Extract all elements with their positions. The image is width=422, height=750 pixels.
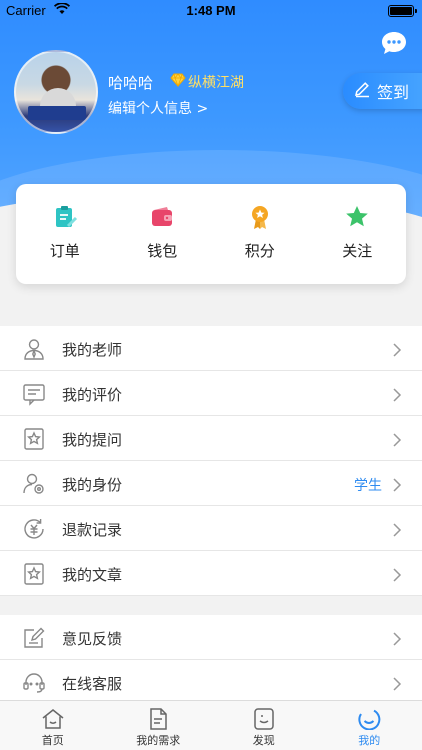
chevron-right-icon <box>392 522 402 537</box>
tab-home[interactable]: 首页 <box>0 701 106 750</box>
quick-action-order[interactable]: 订单 <box>16 184 114 284</box>
refund-icon <box>22 517 46 541</box>
order-icon <box>52 204 78 230</box>
edit-profile-link[interactable]: 编辑个人信息 > <box>108 98 208 118</box>
quick-action-follow[interactable]: 关注 <box>309 184 407 284</box>
quick-actions-card: 订单 钱包 积分 关注 <box>16 184 406 284</box>
battery-icon <box>388 5 417 17</box>
article-icon <box>22 562 46 586</box>
chevron-right-icon <box>392 342 402 357</box>
menu-item-my-identity[interactable]: 我的身份 学生 <box>0 461 422 506</box>
tab-home-label: 首页 <box>41 734 64 747</box>
menu-item-label: 我的身份 <box>62 476 123 494</box>
message-bubble-icon[interactable] <box>380 30 408 56</box>
needs-icon <box>146 708 170 730</box>
tab-mine-label: 我的 <box>358 734 381 747</box>
chevron-right-icon <box>392 477 402 492</box>
bottom-tab-bar: 首页 我的需求 发现 我的 <box>0 700 422 750</box>
points-medal-icon <box>247 204 273 230</box>
avatar[interactable] <box>14 50 98 134</box>
discover-icon <box>252 708 276 730</box>
menu-item-label: 我的提问 <box>62 431 123 449</box>
profile-icon <box>357 708 381 731</box>
home-icon <box>41 708 65 730</box>
pencil-icon <box>353 80 371 102</box>
menu-item-label: 在线客服 <box>62 675 123 693</box>
quick-action-points[interactable]: 积分 <box>211 184 309 284</box>
wallet-icon <box>149 204 175 230</box>
menu-item-customer-service[interactable]: 在线客服 <box>0 660 422 705</box>
identity-value: 学生 <box>354 478 382 494</box>
tab-mine[interactable]: 我的 <box>317 701 422 750</box>
quick-action-wallet-label: 钱包 <box>147 242 178 260</box>
quick-action-wallet[interactable]: 钱包 <box>114 184 212 284</box>
status-time: 1:48 PM <box>186 3 236 18</box>
quick-action-points-label: 积分 <box>244 242 275 260</box>
chevron-right-icon <box>392 676 402 691</box>
menu-item-my-reviews[interactable]: 我的评价 <box>0 371 422 416</box>
status-bar: Carrier 1:48 PM <box>0 0 422 22</box>
star-icon <box>344 204 370 230</box>
menu-item-label: 意见反馈 <box>62 630 123 648</box>
menu-item-label: 我的文章 <box>62 566 123 584</box>
signin-label: 签到 <box>377 83 410 102</box>
chevron-right-icon <box>392 432 402 447</box>
question-icon <box>22 427 46 451</box>
username: 哈哈哈 <box>108 74 154 92</box>
feedback-icon <box>22 626 46 650</box>
menu-item-label: 退款记录 <box>62 521 123 539</box>
quick-action-order-label: 订单 <box>49 242 80 260</box>
menu-item-my-questions[interactable]: 我的提问 <box>0 416 422 461</box>
diamond-icon <box>170 73 186 91</box>
signin-button[interactable]: 签到 <box>343 73 422 109</box>
tab-discover[interactable]: 发现 <box>211 701 317 750</box>
tab-my-needs[interactable]: 我的需求 <box>106 701 212 750</box>
identity-icon <box>22 472 46 496</box>
quick-action-follow-label: 关注 <box>342 242 373 260</box>
chevron-right-icon <box>392 567 402 582</box>
review-icon <box>22 382 46 406</box>
chevron-right-icon <box>392 387 402 402</box>
vip-level-label: 纵横江湖 <box>188 75 244 91</box>
menu-item-my-articles[interactable]: 我的文章 <box>0 551 422 596</box>
tab-discover-label: 发现 <box>252 734 275 747</box>
customer-service-icon <box>22 671 46 695</box>
menu-item-my-teachers[interactable]: 我的老师 <box>0 326 422 371</box>
teacher-icon <box>22 337 46 361</box>
menu-item-label: 我的评价 <box>62 386 123 404</box>
menu-item-feedback[interactable]: 意见反馈 <box>0 615 422 660</box>
chevron-right-icon <box>392 631 402 646</box>
menu-item-refund-records[interactable]: 退款记录 <box>0 506 422 551</box>
menu-group-account: 我的老师 我的评价 我的提问 我的身份 学生 退款记录 我的文章 <box>0 326 422 596</box>
menu-group-support: 意见反馈 在线客服 <box>0 615 422 705</box>
vip-badge: 纵横江湖 <box>170 72 244 92</box>
tab-my-needs-label: 我的需求 <box>136 734 181 747</box>
menu-item-label: 我的老师 <box>62 341 123 359</box>
